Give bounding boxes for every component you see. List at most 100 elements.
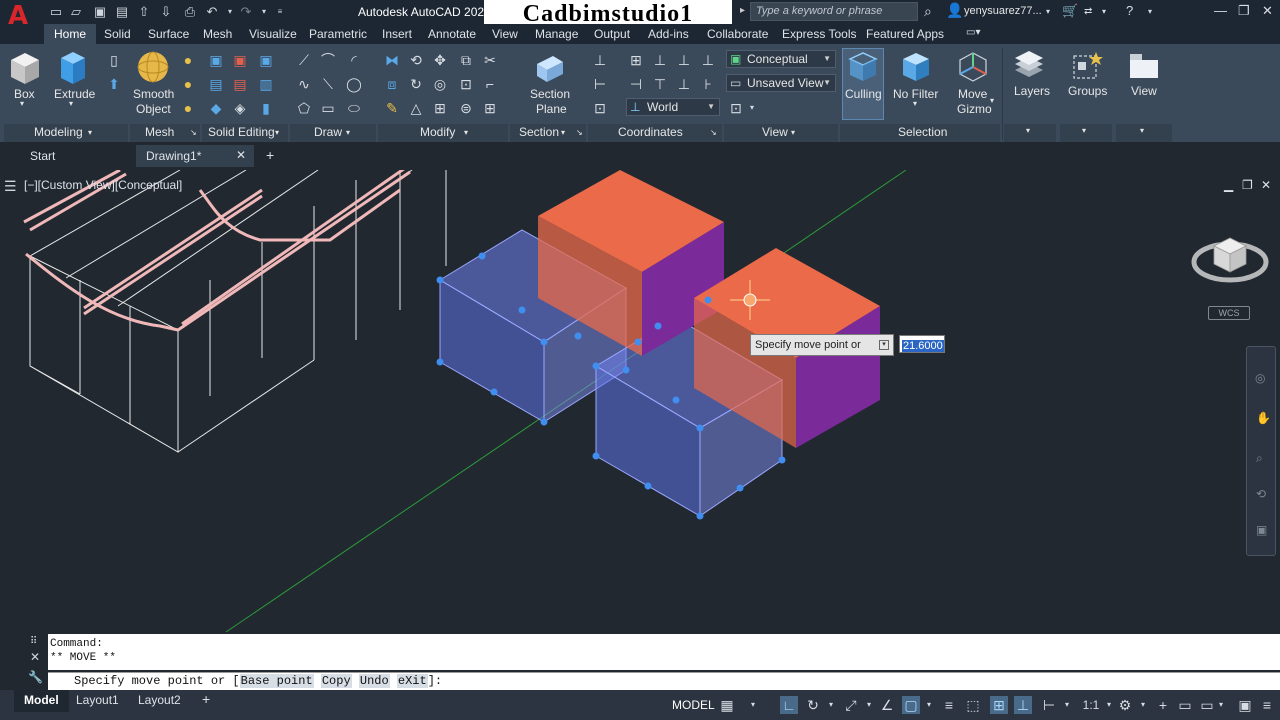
section-plane-icon[interactable] xyxy=(533,52,567,84)
tab-insert[interactable]: Insert xyxy=(382,27,412,41)
workspace-dropdown-icon[interactable]: ▾ xyxy=(1134,696,1152,714)
polygon-icon[interactable]: ⬠ xyxy=(296,100,312,116)
wcs-menu[interactable]: WCS xyxy=(1208,306,1250,320)
new-file-icon[interactable]: ▭ xyxy=(48,4,64,20)
panel-section[interactable]: Section xyxy=(519,125,559,139)
thicken-icon[interactable]: ▥ xyxy=(258,76,274,92)
ortho-icon[interactable]: ∟ xyxy=(780,696,798,714)
stretch-icon[interactable]: ◎ xyxy=(432,76,448,92)
fillet-icon[interactable]: ⌐ xyxy=(482,76,498,92)
rotate-icon[interactable]: ↻ xyxy=(408,76,424,92)
isodraft-dropdown-icon[interactable]: ▾ xyxy=(860,696,878,714)
new-tab-icon[interactable]: + xyxy=(256,145,284,167)
restore-icon[interactable]: ❐ xyxy=(1238,3,1250,19)
saved-view-select[interactable]: ▭ Unsaved View ▼ xyxy=(726,74,836,92)
model-space-toggle[interactable]: MODEL xyxy=(672,698,715,712)
command-grip-icon[interactable]: ⠿ xyxy=(30,636,37,647)
panel-draw[interactable]: Draw xyxy=(314,125,342,139)
ucs-named-icon[interactable]: ⊡ xyxy=(592,100,608,116)
array-icon[interactable]: △ xyxy=(408,100,424,116)
move-gizmo-label-2[interactable]: Gizmo xyxy=(957,102,992,116)
rectangle-icon[interactable]: ▭ xyxy=(320,100,336,116)
mesh-refine-icon[interactable]: ● xyxy=(180,100,196,116)
groups-icon[interactable] xyxy=(1070,50,1104,82)
scale-icon[interactable]: ⊡ xyxy=(458,76,474,92)
ucs-x-icon[interactable]: ⊥ xyxy=(652,52,668,68)
command-input[interactable]: Specify move point or [Base point Copy U… xyxy=(48,672,1280,690)
mesh-smooth-more-icon[interactable]: ● xyxy=(180,52,196,68)
ribbon-minimize-icon[interactable]: ▭▾ xyxy=(966,27,980,38)
command-option-exit[interactable]: eXit xyxy=(396,674,428,688)
union-icon[interactable]: ▣ xyxy=(208,52,224,68)
tab-model[interactable]: Model xyxy=(14,690,69,712)
tab-view[interactable]: View xyxy=(492,27,518,41)
undo-icon[interactable]: ↶ xyxy=(204,4,220,20)
viewport-close-icon[interactable]: ✕ xyxy=(1261,178,1271,192)
3d-polyline-icon[interactable]: ⟍ xyxy=(320,76,336,92)
object-snap-icon[interactable]: ▢ xyxy=(902,696,920,714)
tab-visualize[interactable]: Visualize xyxy=(249,27,297,41)
polysolid-icon[interactable]: ▯ xyxy=(106,52,122,68)
mirror-icon[interactable]: ⧓ xyxy=(384,52,400,68)
tab-drawing1[interactable]: Drawing1* ✕ xyxy=(136,145,254,167)
command-customize-icon[interactable]: 🔧 xyxy=(28,670,43,684)
tooltip-options-icon[interactable]: ▾ xyxy=(879,340,889,350)
extrude-icon[interactable] xyxy=(56,48,90,86)
tab-layout2[interactable]: Layout2 xyxy=(128,690,191,712)
view-label[interactable]: View xyxy=(1131,84,1157,98)
smooth-object-label-1[interactable]: Smooth xyxy=(133,87,174,101)
no-filter-icon[interactable] xyxy=(900,50,932,84)
osnap-dropdown-icon[interactable]: ▾ xyxy=(920,696,938,714)
ellipse-icon[interactable]: ⬭ xyxy=(346,100,362,116)
panel-modeling[interactable]: Modeling xyxy=(34,125,83,139)
open-web-icon[interactable]: ⇧ xyxy=(136,4,152,20)
explode-icon[interactable]: ⊞ xyxy=(432,100,448,116)
erase-icon[interactable]: ✎ xyxy=(384,100,400,116)
viewport-label[interactable]: [−][Custom View][Conceptual] xyxy=(24,178,182,192)
move-icon[interactable]: ✥ xyxy=(432,52,448,68)
redo-dropdown-icon[interactable]: ▾ xyxy=(256,4,272,20)
ucs-y-icon[interactable]: ⊥ xyxy=(676,52,692,68)
panel-solid-editing[interactable]: Solid Editing xyxy=(208,125,275,139)
ucs-face-icon[interactable]: ⊥ xyxy=(676,76,692,92)
move-gizmo-icon[interactable] xyxy=(956,50,990,84)
subtract-icon[interactable]: ▣ xyxy=(232,52,248,68)
groups-label[interactable]: Groups xyxy=(1068,84,1107,98)
ucs-icon[interactable]: ⊥ xyxy=(592,52,608,68)
section-expand-icon[interactable]: ▾ xyxy=(561,128,565,137)
ucs-origin-icon[interactable]: ⊢ xyxy=(592,76,608,92)
coordinates-dialog-icon[interactable]: ↘ xyxy=(710,128,717,137)
trim-icon[interactable]: ✂ xyxy=(482,52,498,68)
layers-icon[interactable] xyxy=(1012,50,1046,82)
ucs-view-icon[interactable]: ⊣ xyxy=(628,76,644,92)
mesh-dialog-icon[interactable]: ↘ xyxy=(190,128,197,137)
spline-icon[interactable]: ∿ xyxy=(296,76,312,92)
3d-osnap-icon[interactable]: ⊞ xyxy=(990,696,1008,714)
view-icon[interactable] xyxy=(1128,52,1160,80)
close-tab-icon[interactable]: ✕ xyxy=(236,148,246,162)
gizmo-dropdown-icon[interactable]: ▾ xyxy=(1058,696,1076,714)
viewport-minimize-icon[interactable]: ▁ xyxy=(1224,178,1233,192)
tab-collaborate[interactable]: Collaborate xyxy=(707,27,768,41)
ucs-select[interactable]: ⊥ World ▼ xyxy=(626,98,720,116)
help-dropdown-icon[interactable]: ▾ xyxy=(1148,7,1152,16)
polyline-icon[interactable]: ⌒ xyxy=(320,52,336,68)
tab-solid[interactable]: Solid xyxy=(104,27,131,41)
tab-featured-apps[interactable]: Featured Apps xyxy=(866,27,944,41)
workspace-gear-icon[interactable]: ⚙ xyxy=(1116,696,1134,714)
presspull-icon[interactable]: ⬆ xyxy=(106,76,122,92)
orbit-icon[interactable]: ⟲ xyxy=(1256,487,1266,501)
line-icon[interactable]: ⟋ xyxy=(296,52,312,68)
command-option-copy[interactable]: Copy xyxy=(320,674,352,688)
showmotion-icon[interactable]: ▣ xyxy=(1256,523,1267,537)
tab-add-ins[interactable]: Add-ins xyxy=(648,27,689,41)
tab-express-tools[interactable]: Express Tools xyxy=(782,27,856,41)
layers-label[interactable]: Layers xyxy=(1014,84,1050,98)
move-gizmo-dropdown-icon[interactable]: ▾ xyxy=(990,96,994,105)
save-icon[interactable]: ▣ xyxy=(92,4,108,20)
pan-icon[interactable]: ✋ xyxy=(1256,411,1271,425)
tab-output[interactable]: Output xyxy=(594,27,630,41)
panel-view[interactable]: View xyxy=(762,125,788,139)
view-panel-expand-icon[interactable]: ▾ xyxy=(1140,126,1144,135)
units-icon[interactable]: ▭ xyxy=(1176,696,1194,714)
